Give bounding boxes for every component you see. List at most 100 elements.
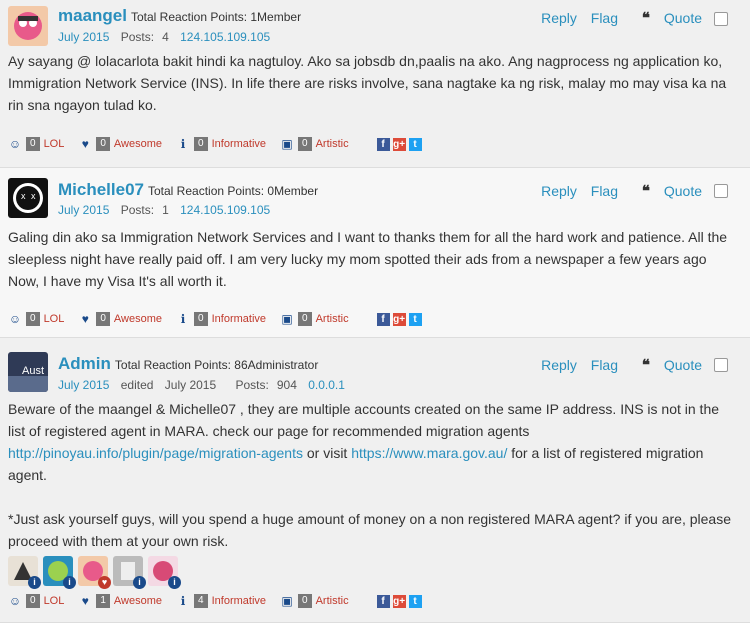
posts-count: 904 xyxy=(276,378,297,392)
reactor-avatar[interactable]: i xyxy=(8,556,41,589)
twitter-share-icon[interactable]: t xyxy=(408,137,422,151)
info-icon: i xyxy=(133,576,146,589)
heart-icon: ♥ xyxy=(81,137,89,151)
ip-address[interactable]: 124.105.109.105 xyxy=(180,30,270,44)
facebook-share-icon[interactable]: f xyxy=(376,137,390,151)
react-artistic[interactable]: ▣ 0 Artistic xyxy=(280,594,349,608)
quote-button[interactable]: ❝ Quote xyxy=(632,183,702,200)
post-options: Reply Flag ❝ Quote xyxy=(531,182,702,200)
avatar-admin[interactable]: Aust xyxy=(8,352,48,392)
post-date[interactable]: July 2015 xyxy=(58,378,109,392)
lol-icon: ☺ xyxy=(8,137,22,151)
select-checkbox[interactable] xyxy=(714,12,728,26)
reply-button[interactable]: Reply xyxy=(541,183,577,199)
react-informative[interactable]: ℹ 4 Informative xyxy=(176,594,266,608)
reactor-avatar[interactable]: i xyxy=(113,556,146,589)
picture-icon: ▣ xyxy=(281,312,293,326)
posts-label: Posts: xyxy=(120,30,155,44)
username[interactable]: Michelle07 Total Reaction Points: 0Member xyxy=(58,180,318,200)
post-meta: July 2015 Posts: 4 124.105.109.105 xyxy=(58,30,278,44)
reactor-avatar[interactable]: i xyxy=(148,556,181,589)
react-lol[interactable]: ☺ 0 LOL xyxy=(8,594,64,608)
username[interactable]: maangel Total Reaction Points: 1Member xyxy=(58,6,301,26)
comment-admin: Aust Admin Total Reaction Points: 86Admin… xyxy=(0,338,750,623)
comment-maangel: maangel Total Reaction Points: 1Member Ju… xyxy=(0,0,750,168)
twitter-share-icon[interactable]: t xyxy=(408,312,422,326)
reactor-avatar[interactable]: i xyxy=(43,556,76,589)
react-awesome[interactable]: ♥ 1 Awesome xyxy=(78,594,162,608)
avatar-michelle07[interactable]: xx xyxy=(8,178,48,218)
info-icon: i xyxy=(168,576,181,589)
react-informative[interactable]: ℹ 0 Informative xyxy=(176,312,266,326)
heart-icon: ♥ xyxy=(81,312,89,326)
reaction-bar: ☺ 0 LOL ♥ 1 Awesome ℹ 4 Informative ▣ 0 Artistic… xyxy=(8,594,425,608)
react-lol[interactable]: ☺ 0 LOL xyxy=(8,312,64,326)
quote-icon: ❝ xyxy=(641,183,650,200)
post-body: Beware of the maangel & Michelle07 , the… xyxy=(8,398,740,552)
react-artistic[interactable]: ▣ 0 Artistic xyxy=(280,137,349,151)
svg-text:x: x xyxy=(21,191,26,201)
post-body-paragraph-2: *Just ask yourself guys, will you spend … xyxy=(8,511,731,549)
posts-label: Posts: xyxy=(120,203,155,217)
ip-address[interactable]: 0.0.0.1 xyxy=(308,378,345,392)
username[interactable]: Admin Total Reaction Points: 86Administra… xyxy=(58,354,318,374)
edited-label: edited July 2015 xyxy=(120,378,217,392)
lol-icon: ☺ xyxy=(8,312,22,326)
post-options: Reply Flag ❝ Quote xyxy=(531,356,702,374)
post-options: Reply Flag ❝ Quote xyxy=(531,9,702,27)
quote-button[interactable]: ❝ Quote xyxy=(632,357,702,374)
quote-icon: ❝ xyxy=(641,10,650,27)
react-lol[interactable]: ☺ 0 LOL xyxy=(8,137,64,151)
posts-count: 4 xyxy=(162,30,169,44)
quote-button[interactable]: ❝ Quote xyxy=(632,10,702,27)
flag-button[interactable]: Flag xyxy=(591,10,618,26)
reaction-points: Total Reaction Points: 0Member xyxy=(148,184,319,198)
info-icon: ℹ xyxy=(180,312,186,326)
post-meta: July 2015 edited July 2015 Posts: 904 0.0… xyxy=(58,378,353,392)
mara-link[interactable]: https://www.mara.gov.au/ xyxy=(351,445,507,461)
facebook-share-icon[interactable]: f xyxy=(376,594,390,608)
react-artistic[interactable]: ▣ 0 Artistic xyxy=(280,312,349,326)
heart-icon: ♥ xyxy=(81,594,89,608)
select-checkbox[interactable] xyxy=(714,184,728,198)
post-date[interactable]: July 2015 xyxy=(58,203,109,217)
flag-button[interactable]: Flag xyxy=(591,357,618,373)
select-checkbox[interactable] xyxy=(714,358,728,372)
avatar-maangel[interactable] xyxy=(8,6,48,46)
twitter-share-icon[interactable]: t xyxy=(408,594,422,608)
googleplus-share-icon[interactable]: g+ xyxy=(392,312,406,326)
posts-label: Posts: xyxy=(235,378,269,392)
posts-count: 1 xyxy=(162,203,169,217)
picture-icon: ▣ xyxy=(281,137,293,151)
reaction-points: Total Reaction Points: 1Member xyxy=(130,10,302,24)
comment-michelle07: xx Michelle07 Total Reaction Points: 0Mem… xyxy=(0,168,750,338)
heart-icon: ♥ xyxy=(98,576,111,589)
migration-agents-link[interactable]: http://pinoyau.info/plugin/page/migratio… xyxy=(8,445,303,461)
ip-address[interactable]: 124.105.109.105 xyxy=(180,203,270,217)
info-icon: i xyxy=(28,576,41,589)
facebook-share-icon[interactable]: f xyxy=(376,312,390,326)
googleplus-share-icon[interactable]: g+ xyxy=(392,594,406,608)
quote-icon: ❝ xyxy=(641,357,650,374)
svg-text:Aust: Aust xyxy=(22,365,44,377)
lol-icon: ☺ xyxy=(8,594,22,608)
react-awesome[interactable]: ♥ 0 Awesome xyxy=(78,312,162,326)
reply-button[interactable]: Reply xyxy=(541,357,577,373)
googleplus-share-icon[interactable]: g+ xyxy=(392,137,406,151)
reply-button[interactable]: Reply xyxy=(541,10,577,26)
info-icon: ℹ xyxy=(180,594,186,608)
info-icon: ℹ xyxy=(180,137,186,151)
picture-icon: ▣ xyxy=(281,594,293,608)
reactor-avatars: i i ♥ i i xyxy=(8,556,183,589)
reaction-bar: ☺ 0 LOL ♥ 0 Awesome ℹ 0 Informative ▣ 0 Artistic… xyxy=(8,137,425,151)
react-awesome[interactable]: ♥ 0 Awesome xyxy=(78,137,162,151)
svg-text:x: x xyxy=(31,191,36,201)
reactor-avatar[interactable]: ♥ xyxy=(78,556,111,589)
post-meta: July 2015 Posts: 1 124.105.109.105 xyxy=(58,203,278,217)
post-body: Galing din ako sa Immigration Network Se… xyxy=(8,229,728,289)
flag-button[interactable]: Flag xyxy=(591,183,618,199)
reaction-bar: ☺ 0 LOL ♥ 0 Awesome ℹ 0 Informative ▣ 0 Artistic… xyxy=(8,312,425,326)
react-informative[interactable]: ℹ 0 Informative xyxy=(176,137,266,151)
post-date[interactable]: July 2015 xyxy=(58,30,109,44)
reaction-points: Total Reaction Points: 86Administrator xyxy=(114,358,319,372)
